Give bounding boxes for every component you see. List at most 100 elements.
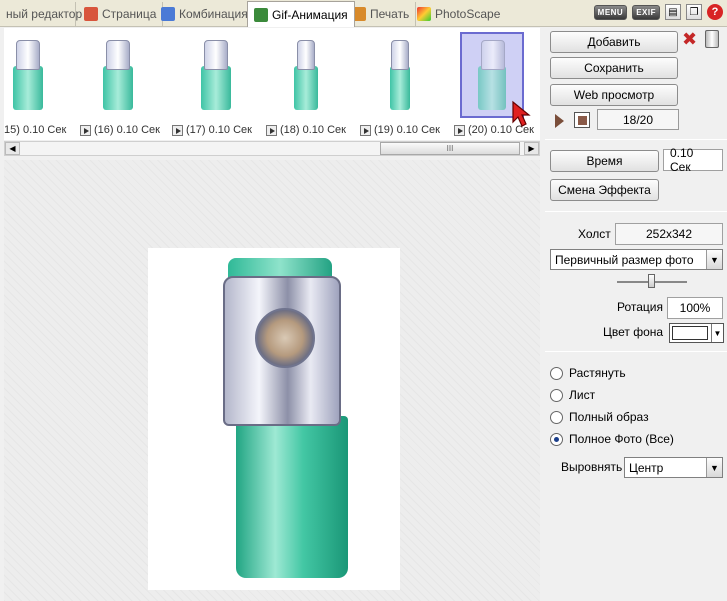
radio-circle[interactable] [550,366,563,380]
trash-icon[interactable] [705,30,719,48]
gif-icon [254,7,268,22]
chevron-down-icon[interactable]: ▼ [706,250,722,269]
rotation-field[interactable]: 100% [667,297,723,319]
chevron-down-icon[interactable]: ▼ [711,324,723,342]
bottle-thumbnail [103,40,133,110]
frame-thumb[interactable] [368,32,432,118]
photoscape-icon [417,7,431,21]
frame-label: 15) 0.10 Сек [4,124,66,136]
preview-canvas [148,248,400,590]
bg-color-swatch [672,326,708,340]
rotation-label: Ротация [617,300,663,314]
frame-thumb[interactable] [4,32,60,118]
frame-label-text: (19) 0.10 Сек [374,124,440,136]
top-tools: MENU EXIF ▤ ❐ ? [593,4,723,20]
frame-play-icon[interactable] [454,124,465,136]
frame-play-icon[interactable] [266,124,277,136]
frame-strip-scrollbar[interactable]: ◀ III ▶ [4,141,540,156]
tab-gif-label: Gif-Анимация [272,7,348,22]
tab-combine-label: Комбинация [179,7,248,21]
web-preview-button[interactable]: Web просмотр [550,84,678,106]
radio-label: Растянуть [569,366,626,380]
frame-play-icon[interactable] [172,124,183,136]
radio-label: Полное Фото (Все) [569,432,674,446]
folder-icon[interactable]: ▤ [665,4,681,20]
frame-play-icon[interactable] [360,124,371,136]
frame-counter: 18/20 [597,109,679,130]
tab-photoscape-label: PhotoScape [435,7,501,21]
add-button[interactable]: Добавить [550,31,678,53]
size-slider-knob[interactable] [648,274,655,288]
radio-full-photo-all[interactable]: Полное Фото (Все) [550,432,674,446]
tab-editor[interactable]: ный редактор [0,2,82,26]
bottle-image [208,258,348,583]
scroll-right-icon[interactable]: ▶ [524,142,539,155]
bottle-thumbnail [478,40,506,110]
radio-full-image[interactable]: Полный образ [550,410,649,424]
tab-editor-label: ный редактор [6,7,83,21]
frame-thumb[interactable] [274,32,338,118]
play-icon[interactable] [555,114,564,128]
copy-icon[interactable]: ❐ [686,4,702,20]
frame-label-text: (17) 0.10 Сек [186,124,252,136]
tab-page[interactable]: Страница [78,2,164,26]
frame-strip: 15) 0.10 Сек (16) 0.10 Сек (17) 0.10 Сек… [4,28,540,140]
delete-icon[interactable]: ✖ [682,30,697,48]
frame-thumb[interactable] [86,32,150,118]
right-panel: Добавить ✖ Сохранить Web просмотр 18/20 … [545,28,727,601]
tab-combine[interactable]: Комбинация [155,2,255,26]
frame-label-text: (16) 0.10 Сек [94,124,160,136]
canvas-label: Холст [578,227,611,241]
combine-icon [161,7,175,21]
scrollbar-thumb[interactable]: III [380,142,520,155]
tab-print-label: Печать [370,7,410,21]
radio-circle[interactable] [550,388,563,402]
bg-color-picker[interactable]: ▼ [669,323,724,343]
align-select[interactable]: Центр ▼ [624,457,723,478]
size-mode-value: Первичный размер фото [555,252,694,267]
bottle-thumbnail [390,40,410,110]
bottle-thumbnail [13,40,43,110]
chevron-down-icon[interactable]: ▼ [706,458,722,477]
preview-area [4,160,540,601]
menu-button[interactable]: MENU [593,4,628,20]
radio-label: Полный образ [569,410,649,424]
change-effect-button[interactable]: Смена Эффекта [550,179,659,201]
help-icon[interactable]: ? [707,4,723,20]
tab-gif-animation[interactable]: Gif-Анимация [247,1,355,27]
frame-label: (17) 0.10 Сек [172,124,252,136]
radio-circle-checked[interactable] [550,432,563,446]
radio-stretch[interactable]: Растянуть [550,366,626,380]
stop-icon[interactable] [574,112,590,128]
frame-label: (19) 0.10 Сек [360,124,440,136]
tab-print[interactable]: Печать [346,2,417,26]
canvas-size-field: 252x342 [615,223,723,245]
bottle-thumbnail [294,40,318,110]
time-button[interactable]: Время [550,150,659,172]
frame-play-icon[interactable] [80,124,91,136]
tab-photoscape[interactable]: PhotoScape [411,2,506,26]
frame-thumb[interactable] [184,32,248,118]
align-label: Выровнять [561,460,623,474]
frame-label: (16) 0.10 Сек [80,124,160,136]
radio-circle[interactable] [550,410,563,424]
divider [545,139,727,140]
save-button[interactable]: Сохранить [550,57,678,79]
scroll-left-icon[interactable]: ◀ [5,142,20,155]
radio-label: Лист [569,388,596,402]
frame-label: (18) 0.10 Сек [266,124,346,136]
radio-sheet[interactable]: Лист [550,388,595,402]
mouse-cursor-icon [512,100,531,127]
bg-color-label: Цвет фона [603,325,664,339]
bottle-thumbnail [201,40,231,110]
tab-bar: ный редактор Страница Комбинация Gif-Ани… [0,0,727,27]
tab-page-label: Страница [102,7,157,21]
frame-label-text: (18) 0.10 Сек [280,124,346,136]
page-icon [84,7,98,21]
size-mode-select[interactable]: Первичный размер фото ▼ [550,249,723,270]
exif-button[interactable]: EXIF [632,4,660,20]
time-value-field[interactable]: 0.10 Сек [663,146,723,174]
align-value: Центр [629,460,664,475]
divider [545,351,727,352]
frame-label-text: 15) 0.10 Сек [4,124,67,136]
